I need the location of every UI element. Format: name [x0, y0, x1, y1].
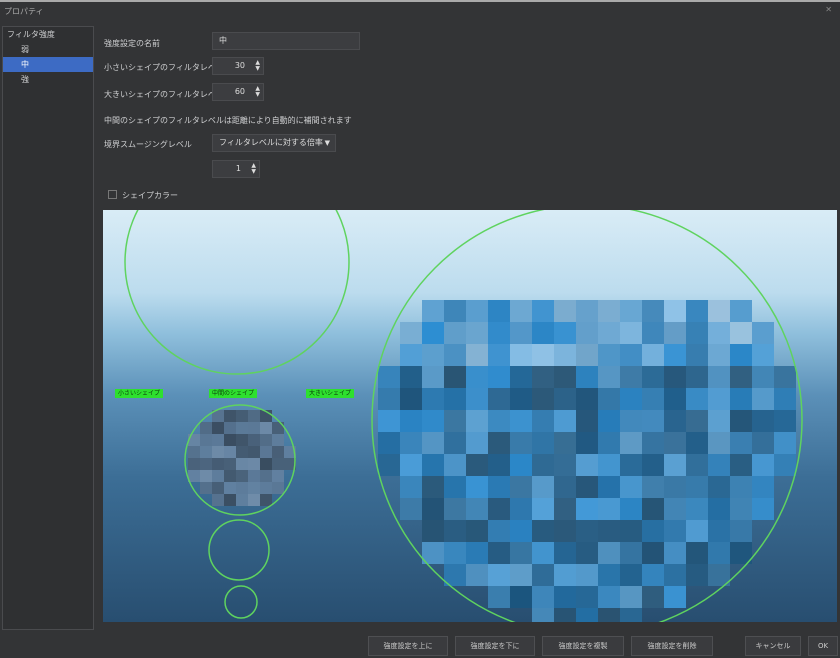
large-level-value: 60 — [234, 87, 245, 96]
small-level-label: 小さいシェイプのフィルタレベル — [104, 63, 224, 72]
large-shape-tag: 大きいシェイプ — [306, 389, 355, 398]
ok-button[interactable]: OK — [808, 636, 838, 656]
delete-button[interactable]: 強度設定を削除 — [631, 636, 713, 656]
interpolation-note: 中間のシェイプのフィルタレベルは距離により自動的に補間されます — [104, 116, 352, 125]
tree-item-strong[interactable]: 強 — [3, 72, 93, 87]
smoothing-mode-value: フィルタレベルに対する倍率 — [219, 138, 323, 147]
large-level-label: 大きいシェイプのフィルタレベル — [104, 90, 224, 99]
title-bar: プロパティ ✕ — [0, 0, 840, 20]
medium-shape-tag: 中間のシェイプ — [209, 389, 258, 398]
strength-tree[interactable]: フィルタ強度 弱 中 強 — [2, 26, 94, 630]
cancel-button[interactable]: キャンセル — [745, 636, 801, 656]
smoothing-mode-select[interactable]: フィルタレベルに対する倍率 ▼ — [212, 134, 336, 152]
shape-circles — [124, 210, 803, 622]
spinner-arrows-icon[interactable]: ▲ ▼ — [251, 163, 256, 175]
tree-item-medium[interactable]: 中 — [3, 57, 93, 72]
small-level-spinner[interactable]: 30 ▲ ▼ — [212, 57, 264, 75]
close-icon[interactable]: ✕ — [825, 5, 832, 14]
spinner-arrows-icon[interactable]: ▲ ▼ — [255, 86, 260, 98]
smoothing-value: 1 — [235, 164, 241, 173]
tree-item-weak[interactable]: 弱 — [3, 42, 93, 57]
duplicate-button[interactable]: 強度設定を複製 — [542, 636, 624, 656]
spinner-arrows-icon[interactable]: ▲ ▼ — [255, 60, 260, 72]
sky-circle — [124, 210, 350, 375]
move-up-button[interactable]: 強度設定を上に — [368, 636, 448, 656]
tiny-circle — [224, 585, 258, 619]
shape-color-checkbox[interactable] — [108, 190, 117, 199]
small-circle — [208, 519, 270, 581]
large-level-spinner[interactable]: 60 ▲ ▼ — [212, 83, 264, 101]
shape-color-label: シェイプカラー — [122, 191, 178, 200]
small-shape-tag: 小さいシェイプ — [115, 389, 164, 398]
smoothing-spinner[interactable]: 1 ▲ ▼ — [212, 160, 260, 178]
smoothing-label: 境界スムージングレベル — [104, 140, 192, 149]
chevron-down-icon: ▼ — [324, 139, 330, 147]
preview-image[interactable]: 小さいシェイプ 中間のシェイプ 大きいシェイプ — [103, 210, 837, 622]
medium-circle — [184, 404, 296, 516]
move-down-button[interactable]: 強度設定を下に — [455, 636, 535, 656]
window-title: プロパティ — [4, 7, 44, 16]
large-circle — [371, 210, 803, 622]
name-input[interactable]: 中 — [212, 32, 360, 50]
tree-root[interactable]: フィルタ強度 — [3, 27, 93, 42]
small-level-value: 30 — [234, 61, 245, 70]
name-label: 強度設定の名前 — [104, 39, 160, 48]
